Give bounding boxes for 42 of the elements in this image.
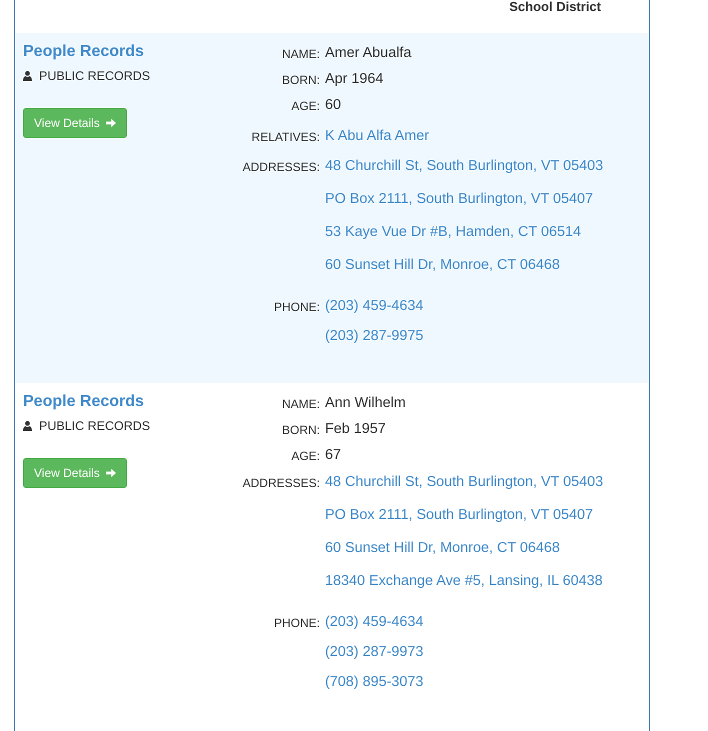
- record-title-link[interactable]: People Records: [23, 42, 144, 62]
- field-label: NAME:: [282, 397, 320, 411]
- address-link[interactable]: PO Box 2111, South Burlington, VT 05407: [325, 507, 594, 523]
- field-label: BORN:: [282, 423, 320, 437]
- field-value: 67: [325, 447, 342, 463]
- field-label: PHONE:: [274, 300, 320, 314]
- address-link[interactable]: 60 Sunset Hill Dr, Monroe, CT 06468: [325, 257, 560, 273]
- field-value: Ann Wilhelm: [325, 395, 406, 411]
- field-value: 60: [325, 97, 342, 113]
- phone-link[interactable]: (203) 459-4634: [325, 298, 424, 314]
- phone-link[interactable]: (203) 459-4634: [325, 614, 424, 630]
- field-label: PHONE:: [274, 616, 320, 630]
- field-label: ADDRESSES:: [242, 160, 320, 174]
- relative-link[interactable]: K Abu Alfa Amer: [325, 128, 429, 144]
- record-title-link[interactable]: People Records: [23, 392, 144, 412]
- field-label: ADDRESSES:: [242, 476, 320, 490]
- view-details-button[interactable]: View Details: [23, 108, 127, 138]
- field-label: RELATIVES:: [252, 130, 320, 144]
- field-label: AGE:: [291, 449, 320, 463]
- field-value: Amer Abualfa: [325, 45, 412, 61]
- phone-link[interactable]: (708) 895-3073: [325, 674, 424, 690]
- address-link[interactable]: 53 Kaye Vue Dr #B, Hamden, CT 06514: [325, 224, 581, 240]
- field-label: AGE:: [291, 99, 320, 113]
- user-icon: [23, 421, 32, 431]
- arrow-right-icon: [106, 118, 116, 128]
- source-label: PUBLIC RECORDS: [39, 418, 150, 434]
- arrow-right-icon: [106, 468, 116, 478]
- address-link[interactable]: 18340 Exchange Ave #5, Lansing, IL 60438: [325, 573, 603, 589]
- district-heading: School District: [509, 0, 601, 14]
- view-details-button[interactable]: View Details: [23, 458, 127, 488]
- address-link[interactable]: PO Box 2111, South Burlington, VT 05407: [325, 191, 594, 207]
- address-link[interactable]: 60 Sunset Hill Dr, Monroe, CT 06468: [325, 540, 560, 556]
- phone-link[interactable]: (203) 287-9975: [325, 328, 424, 344]
- source-label: PUBLIC RECORDS: [39, 68, 150, 84]
- field-value: Feb 1957: [325, 421, 386, 437]
- address-link[interactable]: 48 Churchill St, South Burlington, VT 05403: [325, 158, 604, 174]
- address-link[interactable]: 48 Churchill St, South Burlington, VT 05403: [325, 474, 604, 490]
- user-icon: [23, 71, 32, 81]
- field-value: Apr 1964: [325, 71, 384, 87]
- field-label: BORN:: [282, 73, 320, 87]
- phone-link[interactable]: (203) 287-9973: [325, 644, 424, 660]
- field-label: NAME:: [282, 47, 320, 61]
